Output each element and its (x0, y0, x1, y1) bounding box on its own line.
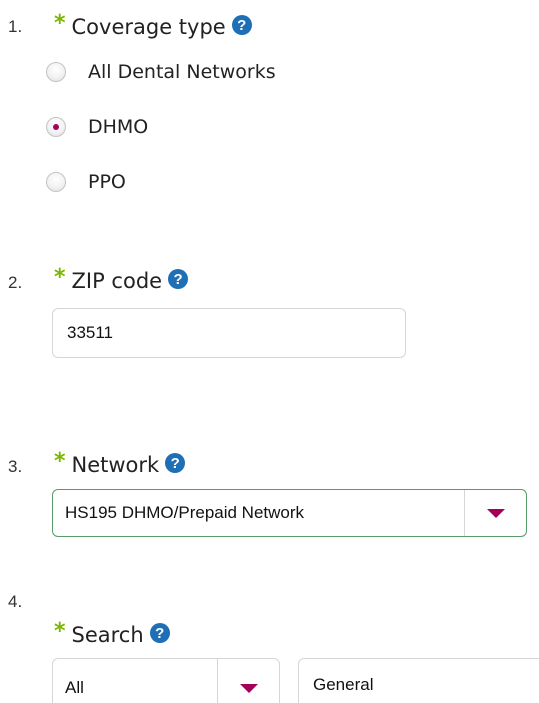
required-asterisk: * (54, 264, 66, 290)
required-asterisk: * (54, 10, 66, 36)
question-circle-icon[interactable]: ? (231, 15, 252, 35)
question-circle-icon[interactable]: ? (165, 453, 186, 473)
coverage-type-text: Coverage type (71, 15, 226, 39)
caret-down-icon (239, 683, 258, 693)
step-number-3: 3. (8, 457, 23, 476)
step-number-4: 4. (8, 592, 23, 611)
dental-search-form: 1. * Coverage type ? All Dental Networks… (0, 0, 539, 703)
radio-label-dhmo: DHMO (88, 116, 149, 138)
network-text: Network (71, 453, 160, 477)
step-number-2: 2. (8, 273, 23, 292)
radio-dhmo[interactable]: DHMO (46, 116, 148, 138)
radio-label-all-dental-networks: All Dental Networks (88, 61, 276, 83)
search-input[interactable] (298, 658, 539, 703)
step-number-1: 1. (8, 17, 23, 36)
radio-button-icon[interactable] (46, 172, 66, 192)
search-scope-dropdown-toggle[interactable] (217, 659, 279, 703)
radio-button-icon[interactable] (46, 62, 66, 82)
search-label: * Search ? (54, 618, 170, 650)
network-select-value: HS195 DHMO/Prepaid Network (65, 503, 305, 522)
radio-label-ppo: PPO (88, 171, 126, 193)
required-asterisk: * (54, 448, 66, 474)
search-text: Search (71, 623, 144, 647)
zip-code-text: ZIP code (71, 269, 163, 293)
coverage-type-label: * Coverage type ? (54, 10, 252, 42)
radio-ppo[interactable]: PPO (46, 171, 126, 193)
caret-down-icon (486, 508, 505, 518)
zip-code-input[interactable] (52, 308, 406, 358)
required-asterisk: * (54, 618, 66, 644)
network-label: * Network ? (54, 448, 186, 480)
question-circle-icon[interactable]: ? (168, 269, 189, 289)
radio-button-icon[interactable] (46, 117, 66, 137)
search-scope-value: All (65, 678, 84, 697)
radio-selected-dot (53, 124, 59, 130)
zip-code-label: * ZIP code ? (54, 264, 189, 296)
search-scope-select[interactable]: All (52, 658, 280, 703)
radio-all-dental-networks[interactable]: All Dental Networks (46, 61, 276, 83)
question-circle-icon[interactable]: ? (149, 623, 170, 643)
network-dropdown-toggle[interactable] (464, 490, 526, 536)
network-select[interactable]: HS195 DHMO/Prepaid Network (52, 489, 527, 537)
